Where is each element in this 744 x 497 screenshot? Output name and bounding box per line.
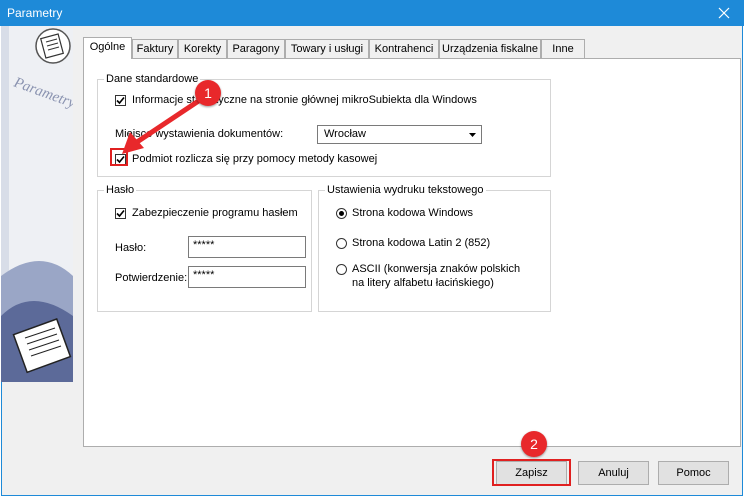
tab-label: Kontrahenci xyxy=(374,43,434,55)
zabezpieczenie-checkbox[interactable] xyxy=(115,208,126,219)
tab-label: Inne xyxy=(552,43,574,55)
haslo-input[interactable]: ***** xyxy=(188,236,306,258)
group-wydruk: Ustawienia wydruku tekstowego Strona kod… xyxy=(318,184,551,312)
window-title: Parametry xyxy=(7,6,63,20)
tab-korekty[interactable]: Korekty xyxy=(178,39,227,58)
annotation-badge-2: 2 xyxy=(521,431,547,457)
tab-inne[interactable]: Inne xyxy=(541,39,585,58)
tab-label: Ogólne xyxy=(89,41,126,53)
tab-label: Urządzenia fiskalne xyxy=(442,43,538,55)
radio-latin2-label: Strona kodowa Latin 2 (852) xyxy=(352,237,491,249)
annotation-badge-1: 1 xyxy=(195,80,221,106)
tab-label: Towary i usługi xyxy=(290,43,364,55)
group-legend: Ustawienia wydruku tekstowego xyxy=(325,184,486,196)
tab-kontrahenci[interactable]: Kontrahenci xyxy=(369,39,439,58)
miejsce-select[interactable]: Wrocław xyxy=(317,125,482,144)
tab-label: Paragony xyxy=(232,43,280,55)
tab-label: Faktury xyxy=(136,43,174,55)
help-button[interactable]: Pomoc xyxy=(658,461,729,485)
radio-latin2[interactable] xyxy=(336,238,347,249)
potwierdzenie-label: Potwierdzenie: xyxy=(115,272,188,284)
zabezpieczenie-label: Zabezpieczenie programu hasłem xyxy=(132,207,298,219)
document-icon xyxy=(35,28,71,64)
tab-towary-i-uslugi[interactable]: Towary i usługi xyxy=(285,39,369,58)
close-button[interactable] xyxy=(704,0,744,26)
group-legend: Hasło xyxy=(104,184,137,196)
close-icon xyxy=(718,7,730,19)
tab-ogolne[interactable]: Ogólne xyxy=(83,37,132,59)
tab-faktury[interactable]: Faktury xyxy=(132,39,178,58)
radio-ascii[interactable] xyxy=(336,264,347,275)
tab-urzadzenia-fiskalne[interactable]: Urządzenia fiskalne xyxy=(439,39,541,58)
radio-ascii-label-2: na litery alfabetu łacińskiego) xyxy=(352,277,494,289)
tab-paragony[interactable]: Paragony xyxy=(227,39,285,58)
radio-windows-label: Strona kodowa Windows xyxy=(352,207,474,219)
radio-windows[interactable] xyxy=(336,208,347,219)
radio-ascii-label-1: ASCII (konwersja znaków polskich xyxy=(352,263,521,275)
group-haslo: Hasło Zabezpieczenie programu hasłem Has… xyxy=(97,184,312,312)
highlight-zapisz-button xyxy=(492,459,571,486)
potwierdzenie-input[interactable]: ***** xyxy=(188,266,306,288)
cancel-button[interactable]: Anuluj xyxy=(578,461,649,485)
chevron-down-icon[interactable] xyxy=(463,126,481,143)
haslo-label: Hasło: xyxy=(115,242,147,254)
tab-label: Korekty xyxy=(183,43,222,55)
miejsce-value: Wrocław xyxy=(324,128,366,140)
title-bar: Parametry xyxy=(0,0,744,26)
checkmark-icon xyxy=(116,209,125,218)
sidebar-graphic: Parametry xyxy=(1,26,78,382)
